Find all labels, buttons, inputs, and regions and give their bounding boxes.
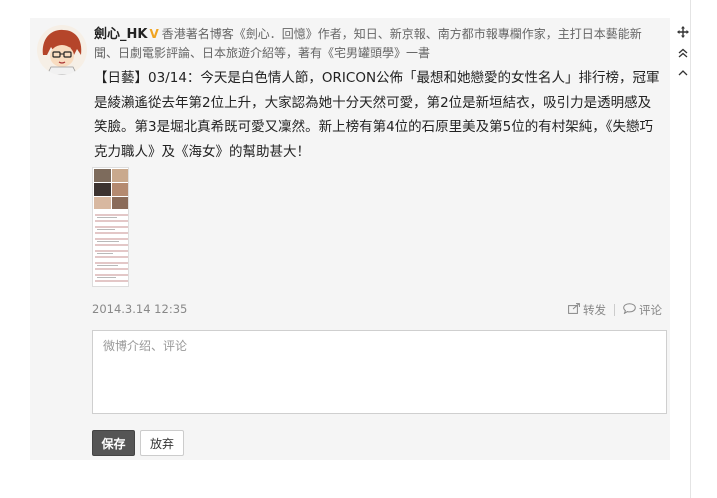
post-image-thumbnail[interactable] <box>92 167 129 287</box>
move-icon[interactable] <box>676 26 690 41</box>
post-actions: 转发 评论 <box>568 302 662 318</box>
post-tools <box>676 26 690 87</box>
page-divider <box>690 0 691 498</box>
double-chevron-up-icon[interactable] <box>676 47 690 61</box>
post-text: 【日藝】03/14：今天是白色情人節，ORICON公佈「最想和她戀愛的女性名人」… <box>94 70 660 160</box>
post-header: 劍心_HK V 香港著名博客《劍心．回憶》作者，知日、新京報、南方都市報專欄作家，主… <box>94 25 654 63</box>
comment-button[interactable]: 评论 <box>623 302 662 318</box>
chevron-up-icon[interactable] <box>676 67 690 81</box>
verified-badge-icon: V <box>149 27 159 41</box>
comment-input[interactable] <box>92 330 667 414</box>
author-bio: 香港著名博客《劍心．回憶》作者，知日、新京報、南方都市報專欄作家，主打日本藝能新… <box>94 27 642 60</box>
cancel-button[interactable]: 放弃 <box>140 430 184 456</box>
author-name[interactable]: 劍心_HK <box>94 27 147 42</box>
repost-label: 转发 <box>583 303 606 317</box>
repost-icon <box>568 303 580 317</box>
weibo-post-card: 劍心_HK V 香港著名博客《劍心．回憶》作者，知日、新京報、南方都市報專欄作家，主… <box>30 18 689 460</box>
avatar[interactable] <box>37 25 87 75</box>
comment-icon <box>623 303 636 317</box>
post-timestamp[interactable]: 2014.3.14 12:35 <box>92 302 187 316</box>
comment-label: 评论 <box>639 303 662 317</box>
action-divider <box>614 304 615 316</box>
save-button[interactable]: 保存 <box>92 430 135 456</box>
repost-button[interactable]: 转发 <box>568 302 606 318</box>
